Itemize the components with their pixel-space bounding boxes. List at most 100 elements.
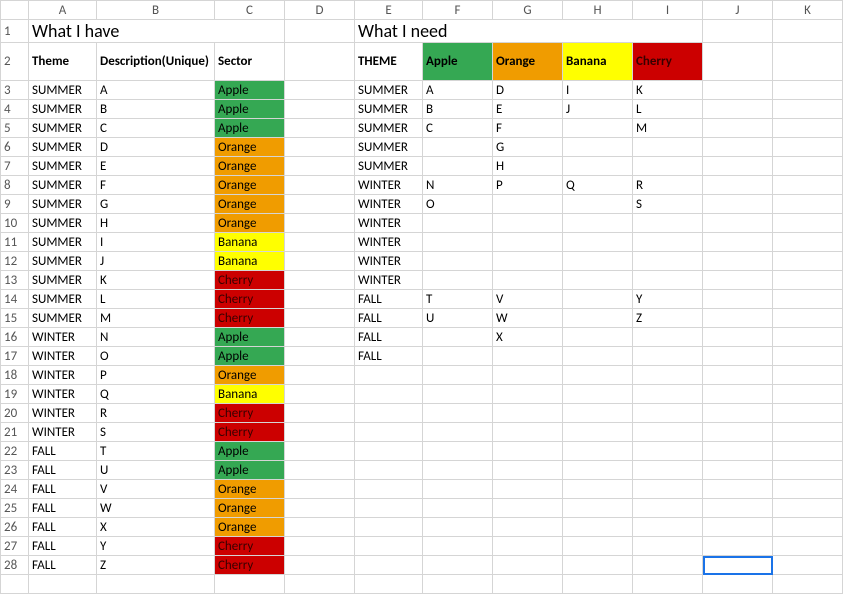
- cell-F15[interactable]: U: [423, 309, 493, 328]
- cell-K19[interactable]: [773, 385, 843, 404]
- cell-A7[interactable]: SUMMER: [29, 157, 97, 176]
- cell-I25[interactable]: [633, 499, 703, 518]
- cell-D5[interactable]: [285, 119, 355, 138]
- cell-I16[interactable]: [633, 328, 703, 347]
- cell-C7[interactable]: Orange: [215, 157, 285, 176]
- cell-E22[interactable]: [355, 442, 423, 461]
- cell-I24[interactable]: [633, 480, 703, 499]
- cell-B11[interactable]: I: [97, 233, 215, 252]
- cell-G15[interactable]: W: [493, 309, 563, 328]
- cell-I9[interactable]: S: [633, 195, 703, 214]
- cell-C14[interactable]: Cherry: [215, 290, 285, 309]
- cell-A27[interactable]: FALL: [29, 537, 97, 556]
- cell-F11[interactable]: [423, 233, 493, 252]
- cell-E13[interactable]: WINTER: [355, 271, 423, 290]
- cell-I6[interactable]: [633, 138, 703, 157]
- row-header-23[interactable]: 23: [1, 461, 29, 480]
- cell-C28[interactable]: Cherry: [215, 556, 285, 575]
- cell-D12[interactable]: [285, 252, 355, 271]
- cell-H29[interactable]: [563, 575, 633, 594]
- cell-F17[interactable]: [423, 347, 493, 366]
- cell-K5[interactable]: [773, 119, 843, 138]
- cell-C8[interactable]: Orange: [215, 176, 285, 195]
- cell-I4[interactable]: L: [633, 100, 703, 119]
- cell-K21[interactable]: [773, 423, 843, 442]
- cell-E4[interactable]: SUMMER: [355, 100, 423, 119]
- cell-F24[interactable]: [423, 480, 493, 499]
- cell-F22[interactable]: [423, 442, 493, 461]
- cell-B29[interactable]: [97, 575, 215, 594]
- cell-J25[interactable]: [703, 499, 773, 518]
- cell-K13[interactable]: [773, 271, 843, 290]
- cell-J26[interactable]: [703, 518, 773, 537]
- cell-H21[interactable]: [563, 423, 633, 442]
- row-header-7[interactable]: 7: [1, 157, 29, 176]
- cell-C29[interactable]: [215, 575, 285, 594]
- cell-F13[interactable]: [423, 271, 493, 290]
- cell-B12[interactable]: J: [97, 252, 215, 271]
- cell-E8[interactable]: WINTER: [355, 176, 423, 195]
- cell-C15[interactable]: Cherry: [215, 309, 285, 328]
- col-header-H[interactable]: H: [563, 1, 633, 20]
- row-header-9[interactable]: 9: [1, 195, 29, 214]
- spreadsheet-grid[interactable]: ABCDEFGHIJK1What I haveWhat I need2Theme…: [0, 0, 843, 594]
- cell-B6[interactable]: D: [97, 138, 215, 157]
- cell-K4[interactable]: [773, 100, 843, 119]
- cell-H16[interactable]: [563, 328, 633, 347]
- cell-F7[interactable]: [423, 157, 493, 176]
- row-header-24[interactable]: 24: [1, 480, 29, 499]
- cell-G13[interactable]: [493, 271, 563, 290]
- cell-D6[interactable]: [285, 138, 355, 157]
- col-header-C[interactable]: C: [215, 1, 285, 20]
- cell-K11[interactable]: [773, 233, 843, 252]
- row-header-29[interactable]: [1, 575, 29, 594]
- cell-A13[interactable]: SUMMER: [29, 271, 97, 290]
- cell-A29[interactable]: [29, 575, 97, 594]
- cell-J21[interactable]: [703, 423, 773, 442]
- cell-C6[interactable]: Orange: [215, 138, 285, 157]
- col-header-D[interactable]: D: [285, 1, 355, 20]
- cell-H9[interactable]: [563, 195, 633, 214]
- cell-F29[interactable]: [423, 575, 493, 594]
- col-header-F[interactable]: F: [423, 1, 493, 20]
- cell-J13[interactable]: [703, 271, 773, 290]
- cell-A21[interactable]: WINTER: [29, 423, 97, 442]
- cell-J24[interactable]: [703, 480, 773, 499]
- cell-H25[interactable]: [563, 499, 633, 518]
- cell-I5[interactable]: M: [633, 119, 703, 138]
- cell-J17[interactable]: [703, 347, 773, 366]
- cell-H28[interactable]: [563, 556, 633, 575]
- cell-B5[interactable]: C: [97, 119, 215, 138]
- cell-I17[interactable]: [633, 347, 703, 366]
- cell-H19[interactable]: [563, 385, 633, 404]
- cell-H11[interactable]: [563, 233, 633, 252]
- cell-E10[interactable]: WINTER: [355, 214, 423, 233]
- cell-A19[interactable]: WINTER: [29, 385, 97, 404]
- cell-D11[interactable]: [285, 233, 355, 252]
- cell-K23[interactable]: [773, 461, 843, 480]
- cell-A4[interactable]: SUMMER: [29, 100, 97, 119]
- cell-G17[interactable]: [493, 347, 563, 366]
- cell-H22[interactable]: [563, 442, 633, 461]
- col-header-K[interactable]: K: [773, 1, 843, 20]
- cell-F28[interactable]: [423, 556, 493, 575]
- cell-I13[interactable]: [633, 271, 703, 290]
- cell-A17[interactable]: WINTER: [29, 347, 97, 366]
- col-header-B[interactable]: B: [97, 1, 215, 20]
- cell-G24[interactable]: [493, 480, 563, 499]
- cell-B10[interactable]: H: [97, 214, 215, 233]
- cell-E25[interactable]: [355, 499, 423, 518]
- row-header-1[interactable]: 1: [1, 20, 29, 43]
- cell-F8[interactable]: N: [423, 176, 493, 195]
- cell-G22[interactable]: [493, 442, 563, 461]
- cell-C23[interactable]: Apple: [215, 461, 285, 480]
- row-header-18[interactable]: 18: [1, 366, 29, 385]
- cell-E24[interactable]: [355, 480, 423, 499]
- cell-I21[interactable]: [633, 423, 703, 442]
- need-hdr-cherry[interactable]: Cherry: [633, 43, 703, 81]
- row-header-27[interactable]: 27: [1, 537, 29, 556]
- cell-H3[interactable]: I: [563, 81, 633, 100]
- cell-A25[interactable]: FALL: [29, 499, 97, 518]
- cell-A26[interactable]: FALL: [29, 518, 97, 537]
- cell-A22[interactable]: FALL: [29, 442, 97, 461]
